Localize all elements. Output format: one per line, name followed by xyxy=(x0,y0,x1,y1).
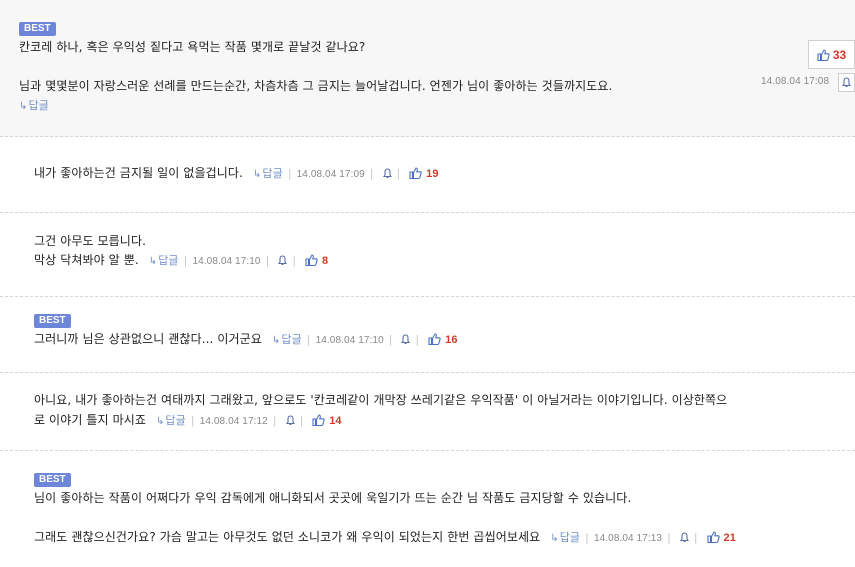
bell-icon[interactable] xyxy=(278,255,288,266)
reply-arrow-icon: ↳ xyxy=(271,335,281,346)
comment-text: 그건 아무도 모릅니다. xyxy=(34,234,147,248)
comment-item: BEST 그러니까 님은 상관없으니 괜찮다... 이거군요 ↳답글 | 14.08… xyxy=(0,297,855,373)
like-count: 19 xyxy=(426,168,439,180)
bell-icon[interactable] xyxy=(401,334,411,345)
comment-text: 그래도 괜찮으신건가요? 가슴 말고는 아무것도 없던 소니코가 왜 우익이 되… xyxy=(34,530,736,544)
comment-date: 14.08.04 17:10 xyxy=(192,256,261,267)
like-count: 21 xyxy=(723,532,736,544)
thumbs-up-icon[interactable] xyxy=(409,167,422,179)
reply-arrow-icon: ↳ xyxy=(550,533,559,544)
bell-icon xyxy=(842,77,851,88)
comment-text: 막상 닥쳐봐야 알 뿐. ↳답글 | 14.08.04 17:10 | | 8 xyxy=(34,253,329,267)
bell-icon[interactable] xyxy=(679,532,689,543)
comment-item: 아니요, 내가 좋아하는건 여태까지 그래왔고, 앞으로도 '칸코레같이 개막장… xyxy=(0,373,855,451)
comment-item: 그건 아무도 모릅니다. 막상 닥쳐봐야 알 뿐. ↳답글 | 14.08.04 1… xyxy=(0,213,855,297)
thumbs-up-icon[interactable] xyxy=(305,254,318,266)
best-badge: BEST xyxy=(34,314,71,328)
reply-arrow-icon: ↳ xyxy=(148,256,158,267)
like-count: 33 xyxy=(832,47,847,62)
comment-date: 14.08.04 17:10 xyxy=(315,335,384,346)
thumbs-up-icon[interactable] xyxy=(312,414,325,426)
comment-item: 내가 좋아하는건 금지될 일이 없을겁니다. ↳답글 | 14.08.04 17:0… xyxy=(0,137,855,213)
comment-date: 14.08.04 17:12 xyxy=(199,416,268,427)
comment-date: 14.08.04 17:08 xyxy=(761,76,830,87)
comment-text: 아니요, 내가 좋아하는건 여태까지 그래왔고, 앞으로도 '칸코레같이 개막장… xyxy=(34,393,728,407)
reply-link[interactable]: ↳답글 xyxy=(272,333,302,346)
reply-link[interactable]: ↳답글 xyxy=(253,167,283,180)
comment-text: 님과 몇몇분이 자랑스러운 선례를 만드는순간, 차츰차츰 그 금지는 늘어날겁… xyxy=(19,79,613,93)
reply-link[interactable]: ↳답글 xyxy=(156,414,186,427)
best-badge: BEST xyxy=(34,473,71,487)
reply-link[interactable]: ↳답글 xyxy=(149,254,179,267)
comment-item: BEST 님이 좋아하는 작품이 어쩌다가 우익 감독에게 애니화되서 곳곳에 … xyxy=(0,451,855,567)
comment-text: 칸코레 하나, 혹은 우익성 짙다고 욕먹는 작품 몇개로 끝날것 같나요? xyxy=(19,40,366,54)
comment-date: 14.08.04 17:09 xyxy=(296,169,365,180)
comment-item: BEST 칸코레 하나, 혹은 우익성 짙다고 욕먹는 작품 몇개로 끝날것 같… xyxy=(0,0,855,137)
comment-text: 로 이야기 틀지 마시죠 ↳답글 | 14.08.04 17:12 | | 14 xyxy=(34,413,342,427)
bell-icon[interactable] xyxy=(285,415,295,426)
like-count: 16 xyxy=(445,334,458,346)
reply-link[interactable]: ↳답글 xyxy=(19,96,49,116)
reply-arrow-icon: ↳ xyxy=(19,101,28,112)
comment-date: 14.08.04 17:13 xyxy=(593,533,663,544)
report-button[interactable] xyxy=(838,73,855,92)
thumbs-up-icon[interactable] xyxy=(428,333,441,345)
like-count: 8 xyxy=(321,255,329,267)
comment-text: 님이 좋아하는 작품이 어쩌다가 우익 감독에게 애니화되서 곳곳에 욱일기가 … xyxy=(34,491,632,505)
comment-text: 그러니까 님은 상관없으니 괜찮다... 이거군요 ↳답글 | 14.08.04 1… xyxy=(34,332,458,346)
best-badge: BEST xyxy=(19,22,56,36)
like-count: 14 xyxy=(329,415,342,427)
reply-link[interactable]: ↳답글 xyxy=(550,531,580,544)
comment-text: 내가 좋아하는건 금지될 일이 없을겁니다. ↳답글 | 14.08.04 17:0… xyxy=(34,166,439,180)
thumbs-up-icon xyxy=(817,48,830,61)
bell-icon[interactable] xyxy=(382,168,392,179)
reply-arrow-icon: ↳ xyxy=(252,169,262,180)
reply-arrow-icon: ↳ xyxy=(155,416,165,427)
thumbs-up-icon[interactable] xyxy=(707,531,720,543)
like-button[interactable]: 33 xyxy=(808,40,855,69)
